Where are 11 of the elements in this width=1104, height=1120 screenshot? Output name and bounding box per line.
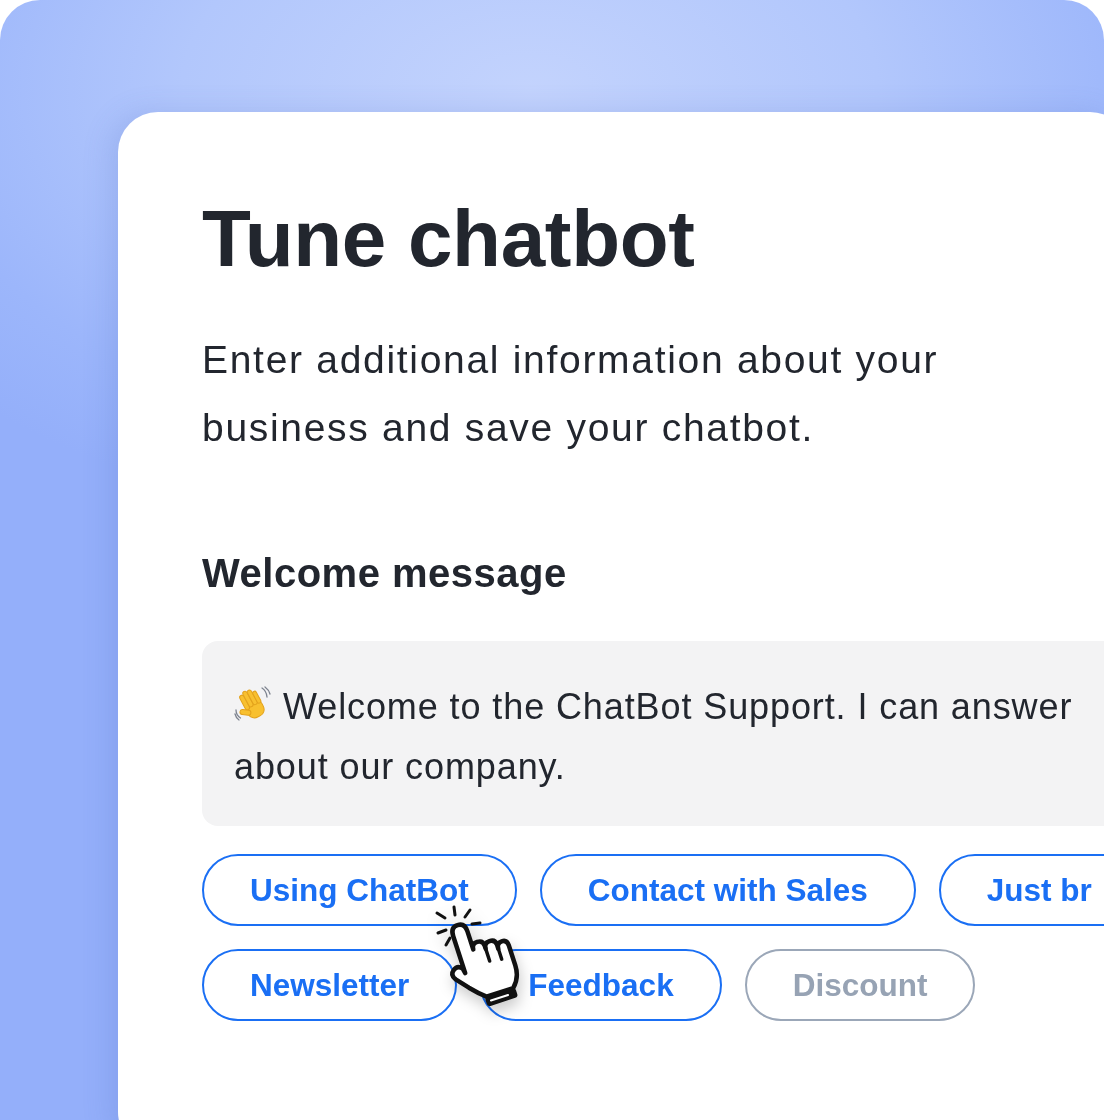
message-text: Welcome to the ChatBot Support. I can answer: [283, 685, 1073, 729]
message-field[interactable]: Welcome to the ChatBot Support. I can answer about our company.: [202, 641, 1104, 826]
page-description: Enter additional information about your business and save your chatbot.: [202, 337, 940, 451]
quick-reply-button[interactable]: Just br: [938, 854, 1104, 926]
quick-reply-button[interactable]: Newsletter: [202, 949, 458, 1021]
page-title: Tune chatbot: [202, 193, 695, 284]
waving-hand-icon: [234, 685, 272, 723]
quick-reply-button[interactable]: Contact with Sales: [539, 854, 916, 926]
section-label: Welcome message: [202, 550, 567, 596]
quick-reply-button[interactable]: Using ChatBot: [202, 854, 517, 926]
message-text: about our company.: [234, 745, 566, 789]
